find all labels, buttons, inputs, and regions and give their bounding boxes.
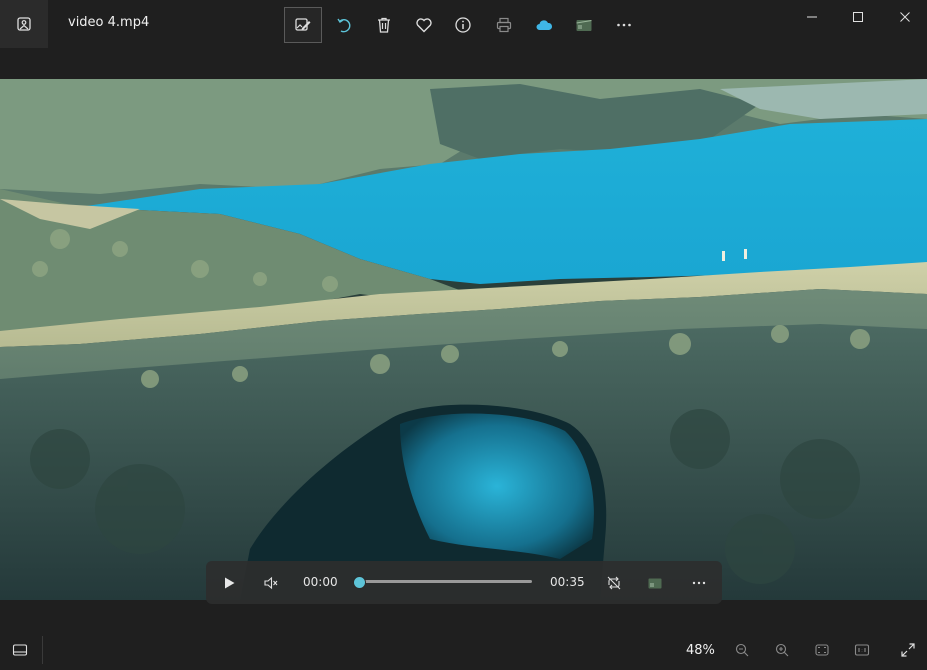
clipchamp-icon: [648, 578, 662, 588]
rotate-icon: [337, 18, 351, 33]
seek-thumb[interactable]: [353, 576, 366, 589]
zoom-in-button[interactable]: [768, 638, 796, 662]
zoom-in-icon: [775, 643, 789, 657]
onedrive-button[interactable]: [526, 8, 562, 42]
clipchamp-edit-button[interactable]: [640, 561, 670, 604]
current-time: 00:00: [303, 575, 338, 589]
edit-image-button[interactable]: [284, 7, 322, 43]
play-button[interactable]: [214, 561, 244, 604]
fullscreen-icon: [901, 643, 915, 657]
muted-speaker-icon: [264, 576, 278, 589]
filmstrip-icon: [12, 644, 28, 656]
player-more-button[interactable]: [684, 561, 714, 604]
onedrive-cloud-icon: [536, 20, 553, 30]
more-options-icon: [692, 581, 706, 584]
seek-bar[interactable]: [358, 580, 532, 583]
maximize-icon: [853, 12, 863, 22]
title-bar: video 4.mp4: [0, 0, 927, 48]
actual-size-icon: [854, 644, 870, 656]
file-name-title: video 4.mp4: [68, 15, 150, 30]
fullscreen-button[interactable]: [894, 638, 922, 662]
delete-button[interactable]: [366, 8, 402, 42]
photos-app-icon[interactable]: [0, 0, 48, 48]
favorite-icon: [416, 18, 432, 33]
zoom-out-icon: [735, 643, 749, 657]
duration-time: 00:35: [550, 575, 585, 589]
info-icon: [455, 17, 471, 33]
actual-size-button[interactable]: [848, 638, 876, 662]
favorite-button[interactable]: [406, 8, 442, 42]
status-divider: [42, 636, 43, 664]
file-info-button[interactable]: [445, 8, 481, 42]
print-button[interactable]: [486, 8, 522, 42]
zoom-out-button[interactable]: [728, 638, 756, 662]
more-options-button[interactable]: [606, 8, 642, 42]
maximize-button[interactable]: [838, 4, 878, 30]
play-icon: [225, 577, 235, 588]
minimize-button[interactable]: [792, 4, 832, 30]
repeat-button[interactable]: [599, 561, 629, 604]
fit-to-window-button[interactable]: [808, 638, 836, 662]
fit-to-window-icon: [815, 644, 829, 656]
close-window-button[interactable]: [885, 4, 925, 30]
clipchamp-icon: [576, 20, 592, 31]
filmstrip-button[interactable]: [6, 638, 34, 662]
repeat-off-icon: [607, 576, 621, 589]
clipchamp-button[interactable]: [566, 8, 602, 42]
print-icon: [496, 17, 512, 33]
zoom-level: 48%: [686, 643, 715, 658]
video-frame[interactable]: [0, 79, 927, 600]
video-still-image: [0, 79, 927, 600]
delete-icon: [378, 17, 390, 33]
close-icon: [900, 12, 910, 22]
status-bar: 48%: [0, 630, 927, 670]
more-options-icon: [617, 23, 631, 27]
minimize-icon: [807, 16, 817, 18]
rotate-button[interactable]: [326, 8, 362, 42]
mute-button[interactable]: [256, 561, 286, 604]
edit-image-icon: [295, 18, 311, 31]
